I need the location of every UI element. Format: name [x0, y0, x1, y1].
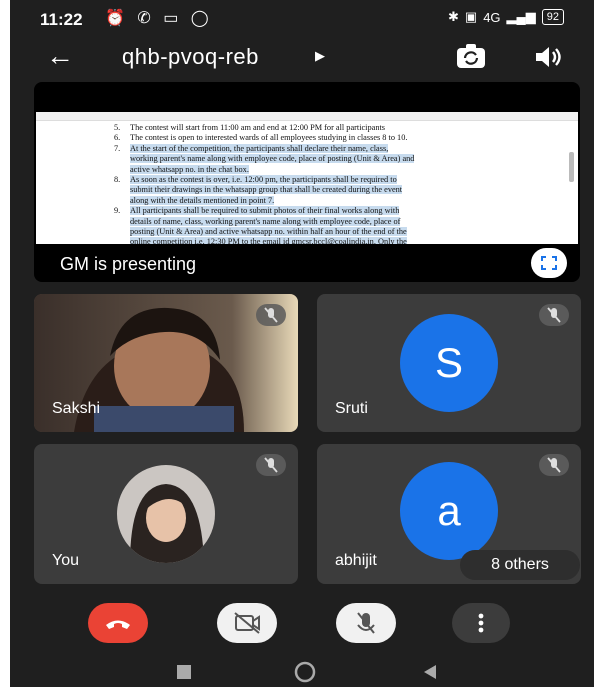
status-time: 11:22 — [40, 10, 83, 29]
participant-name: abhijit — [335, 552, 377, 569]
document-line-text: The contest will start from 11:00 am and… — [130, 123, 385, 132]
document-line-text: The contest is open to interested wards … — [130, 133, 408, 143]
more-vert-icon — [478, 613, 484, 633]
shared-document: 5. The contest will start from 11:00 am a… — [36, 112, 578, 244]
end-call-icon — [106, 620, 130, 629]
document-line: active whatsapp no. in the chat box. — [114, 164, 518, 175]
document-line-number: 9. — [114, 206, 121, 216]
camera-off-icon — [234, 612, 260, 634]
document-line-text: online competition i.e. 12:30 PM to the … — [130, 237, 407, 244]
document-line: posting (Unit & Area) and active whatsap… — [114, 227, 518, 237]
document-line-text: along with the details mentioned in poin… — [130, 195, 275, 205]
camera-switch-icon[interactable] — [455, 42, 487, 72]
document-line-number: 7. — [114, 143, 121, 153]
presenting-label: GM is presenting — [60, 254, 197, 274]
document-line-text: active whatsapp no. in the chat box. — [130, 164, 249, 174]
back-nav-icon[interactable] — [420, 662, 440, 682]
end-call-button[interactable] — [88, 603, 148, 643]
meeting-code[interactable]: qhb-pvoq-reb — [122, 44, 259, 70]
document-line-text: As soon as the contest is over, i.e. 12:… — [130, 175, 397, 185]
system-nav-bar — [10, 658, 594, 687]
mic-off-icon — [547, 457, 561, 473]
meeting-info-caret-icon[interactable]: ▶ — [315, 48, 325, 64]
document-text: 5. The contest will start from 11:00 am a… — [36, 121, 578, 244]
participant-tile-you[interactable]: You — [34, 444, 298, 584]
volte-icon: ▣ — [464, 9, 478, 24]
participant-tile-sruti[interactable]: S Sruti — [317, 294, 581, 432]
mic-off-badge — [539, 454, 569, 476]
document-line: 8. As soon as the contest is over, i.e. 1… — [114, 175, 518, 185]
document-line: details of name, class, working parent's… — [114, 216, 518, 227]
document-line: working parent's name along with employe… — [114, 154, 518, 164]
mic-off-icon — [357, 612, 375, 634]
back-arrow-icon[interactable]: ← — [46, 40, 74, 72]
document-line: 6. The contest is open to interested ward… — [114, 133, 518, 143]
presentation-tile[interactable]: 5. The contest will start from 11:00 am a… — [34, 82, 580, 282]
document-scrollbar — [569, 152, 574, 182]
speaker-icon[interactable] — [532, 42, 562, 72]
document-line: 7. At the start of the competition, the p… — [114, 143, 518, 154]
document-line-text: At the start of the competition, the par… — [130, 143, 389, 153]
participant-name: Sakshi — [52, 400, 101, 417]
document-line: online competition i.e. 12:30 PM to the … — [114, 237, 518, 244]
status-right-icons: ✱ ▣ 4G ▂▄▆ 92 — [448, 9, 564, 25]
document-line: submit their drawings in the whatsapp gr… — [114, 185, 518, 195]
camera-toggle-button[interactable] — [217, 603, 277, 643]
mic-off-icon — [264, 307, 278, 323]
notification-icons: ⏰ ✆ ▭ ◯ — [105, 10, 213, 27]
document-line: along with the details mentioned in poin… — [114, 195, 518, 206]
document-line-number: 6. — [114, 133, 121, 143]
document-line-number: 5. — [114, 123, 121, 132]
mic-off-icon — [547, 307, 561, 323]
mic-off-icon — [264, 457, 278, 473]
avatar — [117, 465, 215, 563]
mic-toggle-button[interactable] — [336, 603, 396, 643]
recents-icon[interactable] — [174, 662, 194, 682]
document-line-text: details of name, class, working parent's… — [130, 216, 401, 226]
avatar: S — [400, 314, 498, 412]
document-line-text: All participants shall be required to su… — [130, 206, 400, 216]
mic-off-badge — [256, 304, 286, 326]
document-line: 9. All participants shall be required to … — [114, 206, 518, 216]
participant-tile-sakshi[interactable]: Sakshi — [34, 294, 298, 432]
battery-icon: 92 — [541, 9, 564, 25]
fullscreen-icon — [541, 256, 557, 270]
document-line-number: 8. — [114, 175, 121, 185]
more-options-button[interactable] — [452, 603, 510, 643]
document-line: 5. The contest will start from 11:00 am a… — [114, 123, 518, 133]
others-badge[interactable]: 8 others — [460, 550, 580, 580]
fullscreen-button[interactable] — [531, 248, 567, 278]
signal-icon: ▂▄▆ — [506, 9, 536, 24]
bluetooth-icon: ✱ — [447, 9, 459, 24]
status-bar: 11:22 ⏰ ✆ ▭ ◯ ✱ ▣ 4G ▂▄▆ 92 — [10, 0, 594, 38]
document-toolbar — [36, 112, 578, 121]
network-label: 4G — [483, 9, 501, 25]
home-icon[interactable] — [293, 660, 317, 684]
mic-off-badge — [539, 304, 569, 326]
participant-name: Sruti — [335, 400, 368, 417]
mic-off-badge — [256, 454, 286, 476]
document-line-text: working parent's name along with employe… — [130, 154, 415, 164]
meeting-header: ← qhb-pvoq-reb ▶ — [10, 38, 594, 78]
avatar: a — [400, 462, 498, 560]
document-line-text: posting (Unit & Area) and active whatsap… — [130, 227, 407, 237]
document-line-text: submit their drawings in the whatsapp gr… — [130, 185, 403, 195]
participant-name: You — [52, 552, 79, 569]
phone-screen: 11:22 ⏰ ✆ ▭ ◯ ✱ ▣ 4G ▂▄▆ 92 ← qhb-pvoq-r… — [10, 0, 594, 687]
